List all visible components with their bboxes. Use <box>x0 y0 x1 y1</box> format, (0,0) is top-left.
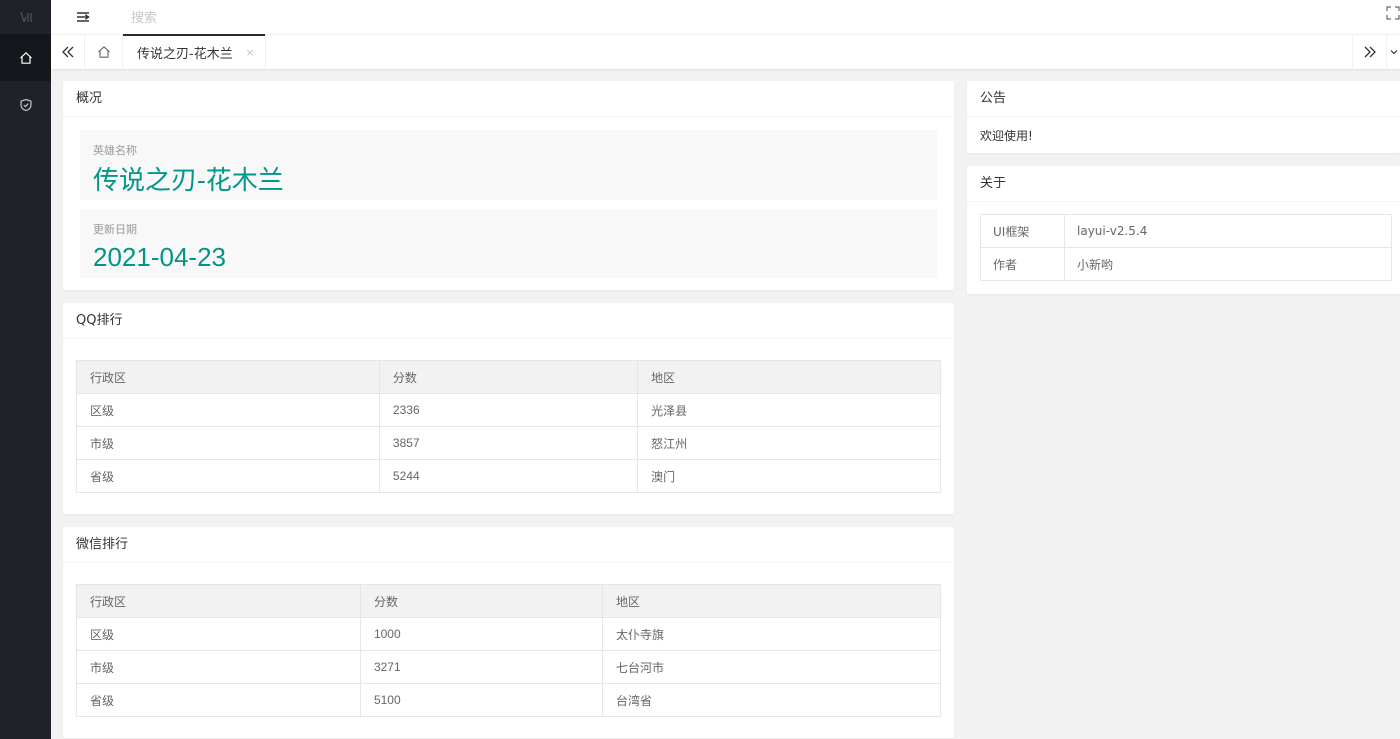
table-cell: 区级 <box>76 617 361 651</box>
top-header <box>51 0 1400 34</box>
qq-rank-table: 行政区 分数 地区 区级 2336 光泽县 市级 3857 怒江州 省级 524… <box>76 360 941 493</box>
table-cell: 市级 <box>76 426 380 460</box>
table-cell: 太仆寺旗 <box>601 617 942 651</box>
wechat-rank-table: 行政区 分数 地区 区级 1000 太仆寺旗 市级 3271 七台河市 省级 5… <box>76 584 942 717</box>
table-row: 市级 3271 七台河市 <box>76 650 942 684</box>
chevron-down-icon <box>1390 50 1397 55</box>
home-icon <box>97 46 110 58</box>
home-icon <box>19 51 32 64</box>
overview-card: 概况 英雄名称 传说之刃-花木兰 更新日期 2021-04-23 <box>63 81 954 290</box>
column-header: 行政区 <box>76 360 380 394</box>
tab-close-icon[interactable]: × <box>245 46 254 59</box>
notice-body: 欢迎使用! <box>980 129 1033 143</box>
card-title: 关于 <box>967 166 1400 202</box>
table-row: 市级 3857 怒江州 <box>76 426 941 460</box>
sidebar-item-home[interactable] <box>0 34 51 81</box>
table-cell: 3857 <box>378 426 639 460</box>
column-header: 地区 <box>637 360 941 394</box>
table-cell: 2336 <box>378 393 639 427</box>
about-value: layui-v2.5.4 <box>1064 214 1392 248</box>
about-table: UI框架 layui-v2.5.4 作者 小新哟 <box>980 214 1392 281</box>
update-date-label: 更新日期 <box>93 223 137 236</box>
update-date-value: 2021-04-23 <box>93 242 226 272</box>
table-cell: 5100 <box>359 683 603 717</box>
table-cell: 1000 <box>359 617 603 651</box>
column-header: 分数 <box>359 584 603 618</box>
column-header: 分数 <box>378 360 639 394</box>
table-cell: 区级 <box>76 393 380 427</box>
wechat-rank-card: 微信排行 行政区 分数 地区 区级 1000 太仆寺旗 市级 3271 七台河市… <box>63 527 954 738</box>
hero-name-value: 传说之刃-花木兰 <box>93 166 284 196</box>
table-header-row: 行政区 分数 地区 <box>76 360 941 394</box>
tabs-more-button[interactable] <box>1386 35 1400 69</box>
notice-card: 公告 欢迎使用! <box>967 81 1400 153</box>
table-cell: 澳门 <box>637 459 941 493</box>
tabs-scroll-right-button[interactable] <box>1352 35 1386 69</box>
table-cell: 怒江州 <box>637 426 941 460</box>
double-left-icon <box>61 46 73 58</box>
logo-icon <box>19 11 32 23</box>
table-row: UI框架 layui-v2.5.4 <box>980 214 1392 248</box>
logo <box>0 0 51 34</box>
about-key: 作者 <box>980 247 1065 281</box>
sidebar-item-security[interactable] <box>0 81 51 128</box>
fullscreen-icon[interactable] <box>1386 6 1400 20</box>
search-input[interactable] <box>115 0 415 34</box>
menu-toggle-icon <box>77 12 90 22</box>
table-row: 区级 1000 太仆寺旗 <box>76 617 942 651</box>
qq-rank-card: QQ排行 行政区 分数 地区 区级 2336 光泽县 市级 3857 怒江州 省… <box>63 303 954 514</box>
card-title: 概况 <box>63 81 954 117</box>
table-row: 省级 5244 澳门 <box>76 459 941 493</box>
table-row: 作者 小新哟 <box>980 247 1392 281</box>
table-cell: 台湾省 <box>601 683 942 717</box>
table-cell: 5244 <box>378 459 639 493</box>
card-title: 公告 <box>967 81 1400 117</box>
table-cell: 省级 <box>76 459 380 493</box>
hero-name-block: 英雄名称 传说之刃-花木兰 <box>80 130 937 200</box>
column-header: 行政区 <box>76 584 361 618</box>
table-row: 区级 2336 光泽县 <box>76 393 941 427</box>
tabs-bar: 传说之刃-花木兰 × <box>51 34 1400 69</box>
table-row: 省级 5100 台湾省 <box>76 683 942 717</box>
tab-label: 传说之刃-花木兰 <box>137 46 233 62</box>
table-cell: 市级 <box>76 650 361 684</box>
card-title: 微信排行 <box>63 527 954 563</box>
menu-toggle-button[interactable] <box>51 0 115 34</box>
about-card: 关于 UI框架 layui-v2.5.4 作者 小新哟 <box>967 166 1400 294</box>
table-cell: 光泽县 <box>637 393 941 427</box>
double-right-icon <box>1364 46 1376 58</box>
sidebar <box>0 0 51 739</box>
table-header-row: 行政区 分数 地区 <box>76 584 942 618</box>
card-title: QQ排行 <box>63 303 954 339</box>
hero-name-label: 英雄名称 <box>93 144 137 157</box>
update-date-block: 更新日期 2021-04-23 <box>80 209 937 278</box>
table-cell: 省级 <box>76 683 361 717</box>
shield-icon <box>19 98 32 111</box>
table-cell: 3271 <box>359 650 603 684</box>
tabs-scroll-left-button[interactable] <box>51 35 85 69</box>
tab-hero[interactable]: 传说之刃-花木兰 × <box>123 34 266 69</box>
tab-home[interactable] <box>85 35 123 69</box>
table-cell: 七台河市 <box>601 650 942 684</box>
column-header: 地区 <box>601 584 942 618</box>
about-key: UI框架 <box>980 214 1065 248</box>
about-value: 小新哟 <box>1064 247 1392 281</box>
